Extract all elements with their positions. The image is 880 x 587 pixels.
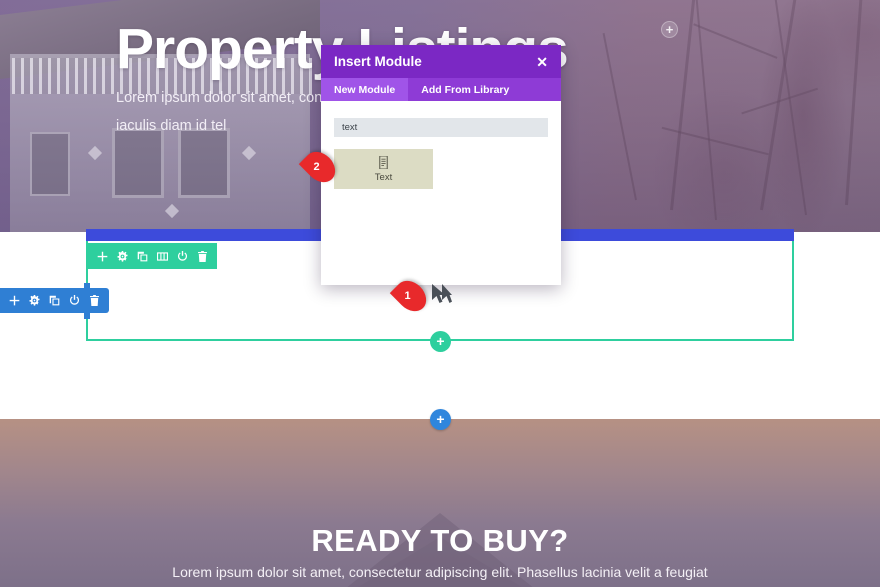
modal-header: Insert Module ✕ — [321, 45, 561, 78]
trash-icon[interactable] — [89, 295, 100, 306]
mouse-cursor — [430, 283, 452, 307]
canvas-gap — [0, 341, 880, 419]
modal-tab-bar: New Module Add From Library — [321, 78, 561, 101]
callout-badge-1: 1 — [389, 274, 433, 318]
modal-body: Text — [321, 101, 561, 189]
add-section-button[interactable]: + — [430, 409, 451, 430]
duplicate-icon[interactable] — [137, 251, 148, 262]
cta-subtitle: Lorem ipsum dolor sit amet, consectetur … — [172, 564, 708, 580]
text-module-icon — [377, 155, 390, 169]
gear-icon[interactable] — [29, 295, 40, 306]
close-icon[interactable]: ✕ — [536, 55, 548, 69]
power-icon[interactable] — [177, 250, 188, 262]
plus-icon[interactable] — [97, 251, 108, 262]
house-window-graphic — [30, 132, 70, 196]
power-icon[interactable] — [69, 295, 80, 306]
badge-number: 1 — [404, 290, 411, 302]
cta-title: READY TO BUY? — [311, 523, 569, 558]
module-tile-text[interactable]: Text — [334, 149, 433, 189]
row-toolbar[interactable] — [88, 243, 217, 269]
callout-badge-2: 2 — [298, 145, 342, 189]
badge-number: 2 — [313, 161, 320, 173]
trash-icon[interactable] — [197, 250, 208, 262]
cta-section: READY TO BUY? Lorem ipsum dolor sit amet… — [0, 419, 880, 587]
tab-add-from-library[interactable]: Add From Library — [408, 78, 522, 101]
plus-icon[interactable] — [9, 295, 20, 306]
module-results-grid: Text — [334, 149, 548, 189]
section-toolbar[interactable] — [0, 288, 109, 313]
module-tile-label: Text — [374, 171, 393, 183]
builder-canvas: Property Listings Lorem ipsum dolor sit … — [0, 0, 880, 587]
add-module-button[interactable]: + — [430, 331, 451, 352]
insert-module-modal: Insert Module ✕ New Module Add From Libr… — [321, 45, 561, 285]
duplicate-icon[interactable] — [49, 295, 60, 306]
module-search-input[interactable] — [334, 118, 548, 137]
modal-title: Insert Module — [334, 54, 422, 69]
gear-icon[interactable] — [117, 250, 128, 262]
hero-add-section-icon[interactable]: + — [661, 21, 678, 38]
tab-new-module[interactable]: New Module — [321, 78, 409, 101]
columns-icon[interactable] — [157, 251, 168, 262]
